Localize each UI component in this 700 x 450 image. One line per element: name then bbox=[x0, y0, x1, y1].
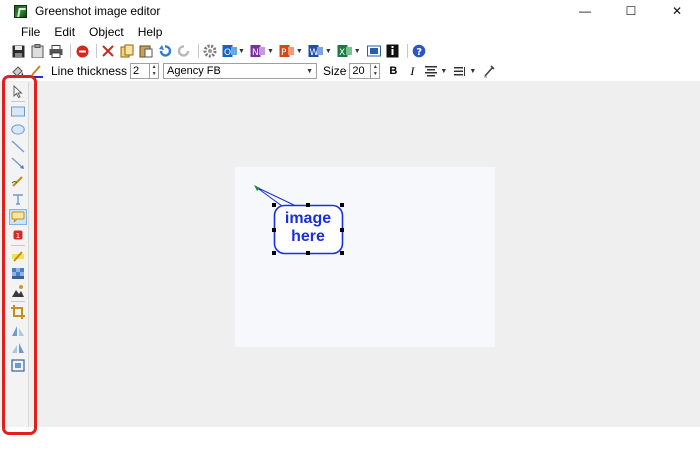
highlight-annotation-box bbox=[2, 75, 37, 435]
speech-bubble-text[interactable]: image here bbox=[276, 210, 340, 246]
speech-bubble-shape[interactable] bbox=[0, 0, 700, 450]
speech-bubble-line-2: here bbox=[291, 228, 325, 245]
speech-bubble-line-1: image bbox=[284, 210, 332, 227]
